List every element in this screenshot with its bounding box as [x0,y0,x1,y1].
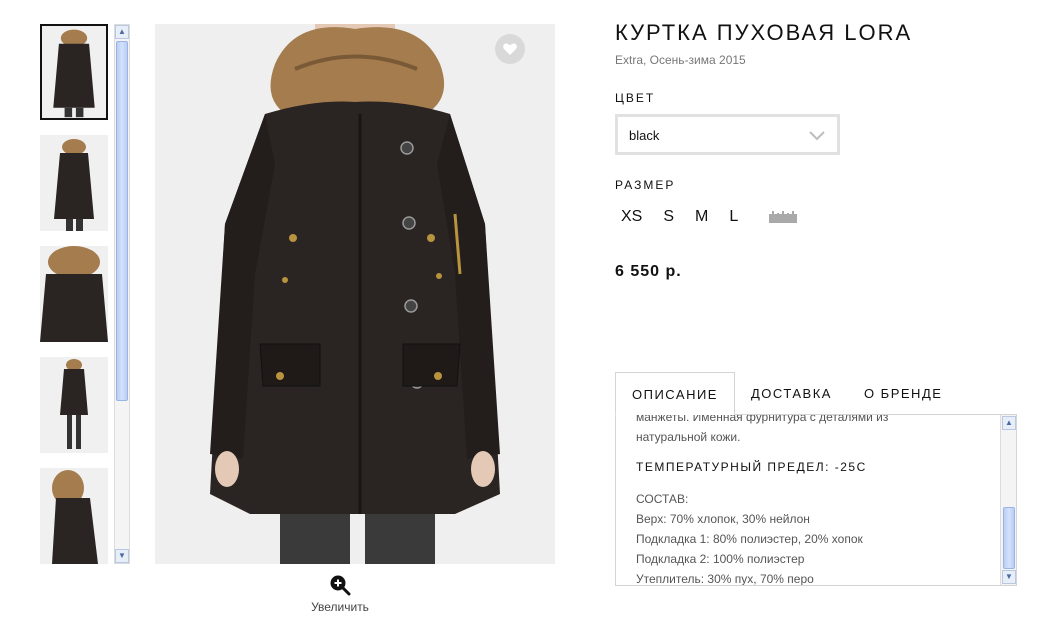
zoom-in-icon [330,575,351,596]
size-option-m[interactable]: M [695,208,708,226]
description-line-2: натуральной кожи. [636,430,741,444]
jacket-main-photo [155,24,555,564]
ruler-icon[interactable] [769,211,798,223]
jacket-front-thumbnail [42,26,106,118]
thumbnail-3[interactable] [40,246,108,342]
scrollbar-thumb[interactable] [116,41,128,401]
composition-line: Подкладка 1: 80% полиэстер, 20% хопок [636,532,863,546]
tab-description[interactable]: ОПИСАНИЕ [615,372,735,415]
jacket-side-thumbnail [40,135,108,231]
product-price: 6 550 р. [615,263,682,280]
size-option-s[interactable]: S [663,208,674,226]
size-option-xs[interactable]: XS [621,208,642,226]
tab-brand[interactable]: О БРЕНДЕ [848,372,958,415]
scroll-down-arrow-icon[interactable]: ▼ [115,549,129,563]
size-options: XS S M L [621,208,798,226]
color-label: ЦВЕТ [615,91,656,105]
scroll-up-arrow-icon[interactable]: ▲ [1002,416,1016,430]
composition-line: Верх: 70% хлопок, 30% нейлон [636,512,810,526]
tab-delivery[interactable]: ДОСТАВКА [735,372,848,415]
size-option-l[interactable]: L [729,208,738,226]
info-tabs: ОПИСАНИЕ ДОСТАВКА О БРЕНДЕ [615,372,958,415]
scroll-down-arrow-icon[interactable]: ▼ [1002,570,1016,584]
color-select-value: black [629,128,660,143]
description-content: манжеты. Именная фурнитура с деталями из… [636,415,996,586]
composition-line: Подкладка 2: 100% полиэстер [636,552,805,566]
thumbnail-2[interactable] [40,135,108,231]
jacket-closeup-thumbnail [40,246,108,342]
description-panel[interactable]: манжеты. Именная фурнитура с деталями из… [615,414,1017,586]
color-select[interactable]: black [615,114,840,155]
favorite-button[interactable] [495,34,525,64]
composition-heading: СОСТАВ: [636,492,689,506]
thumbnail-strip [40,24,110,564]
scrollbar-thumb[interactable] [1003,507,1015,569]
thumbnail-5[interactable] [40,468,108,564]
product-title: КУРТКА ПУХОВАЯ LORA [615,20,913,45]
heart-icon [503,43,517,55]
main-product-image[interactable] [155,24,555,564]
description-scrollbar[interactable]: ▲ ▼ [1000,415,1016,585]
temperature-heading: ТЕМПЕРАТУРНЫЙ ПРЕДЕЛ: -25С [636,460,867,474]
zoom-label: Увеличить [311,600,369,614]
jacket-back-thumbnail [40,468,108,564]
zoom-button[interactable]: Увеличить [300,574,380,616]
chevron-down-icon [809,131,825,141]
thumbnail-4[interactable] [40,357,108,453]
thumbnail-1[interactable] [40,24,108,120]
size-label: РАЗМЕР [615,178,676,192]
jacket-full-thumbnail [40,357,108,453]
scroll-up-arrow-icon[interactable]: ▲ [115,25,129,39]
product-subtitle: Extra, Осень-зима 2015 [615,53,746,67]
composition-line: Утеплитель: 30% пух, 70% перо [636,572,814,586]
thumbnail-scrollbar[interactable]: ▲ ▼ [114,24,130,564]
